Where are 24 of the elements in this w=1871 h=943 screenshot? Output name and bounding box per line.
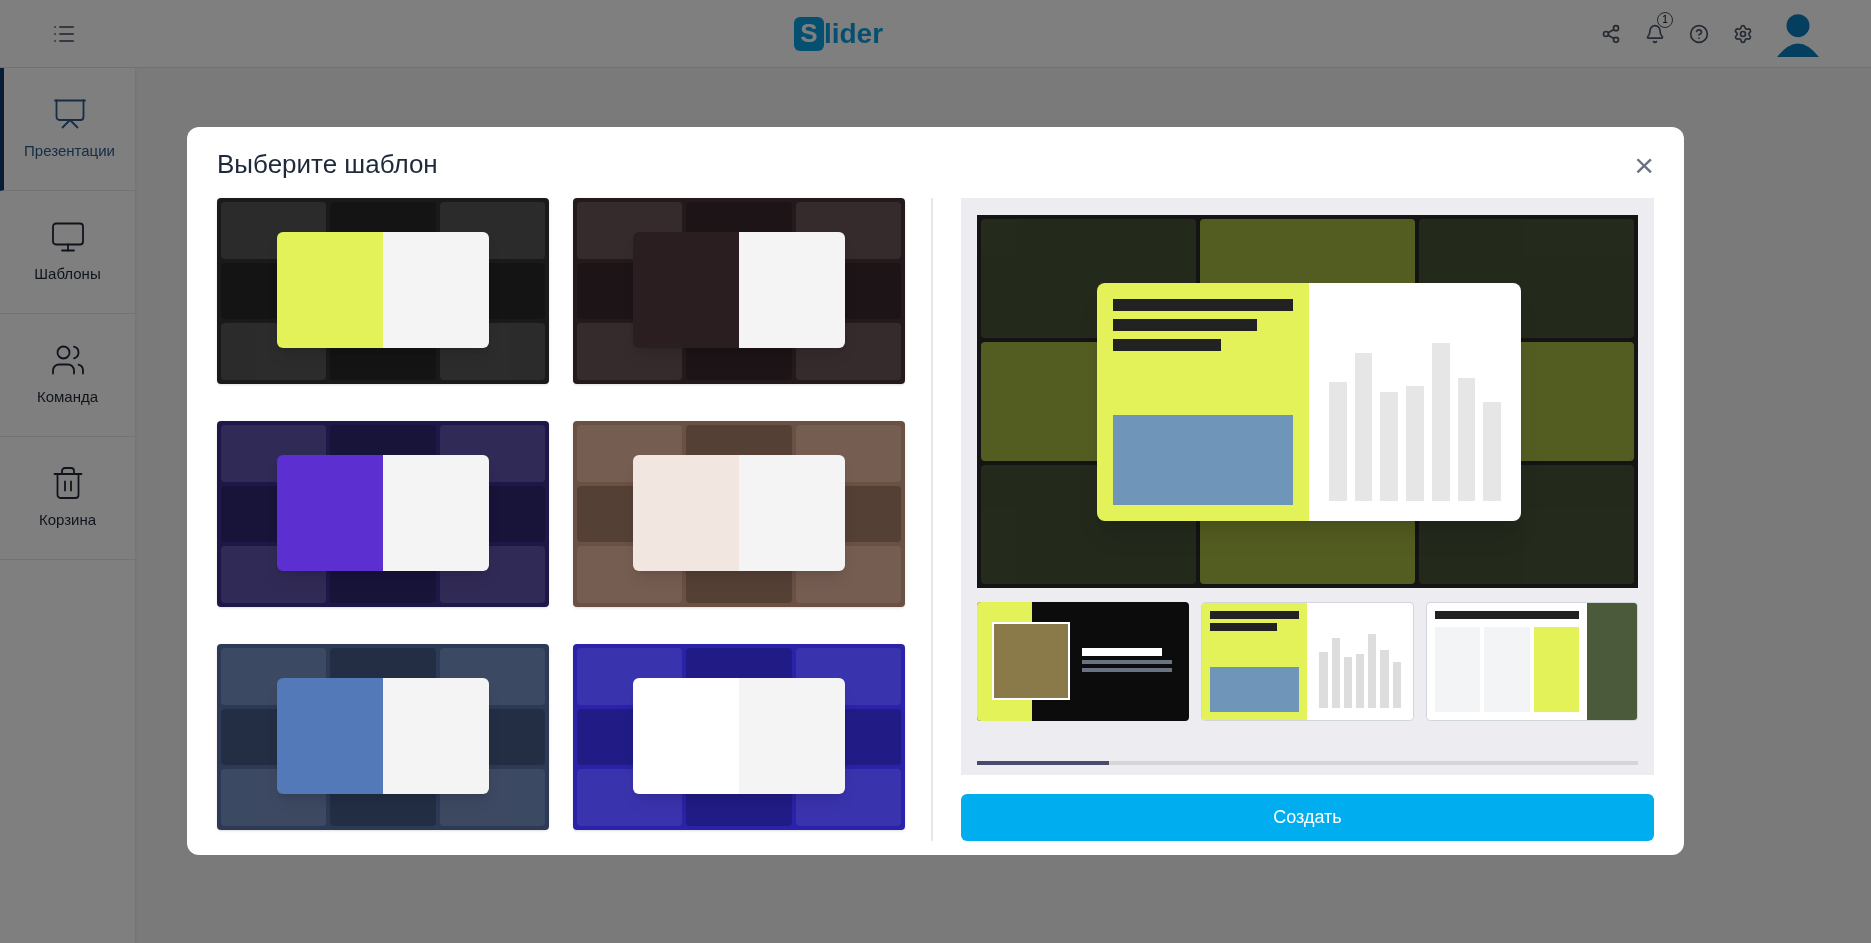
- dialog-title: Выберите шаблон: [217, 148, 438, 181]
- template-preview[interactable]: [217, 198, 549, 384]
- share-icon[interactable]: [1601, 23, 1621, 44]
- create-button[interactable]: Создать: [961, 794, 1654, 841]
- slide-thumbnail[interactable]: [977, 602, 1190, 721]
- sidebar-item[interactable]: Презентации: [0, 68, 135, 191]
- notification-badge: 1: [1657, 11, 1673, 28]
- help-icon[interactable]: [1689, 23, 1709, 44]
- template-preview[interactable]: [573, 644, 905, 830]
- slide-thumbnail[interactable]: [1201, 602, 1414, 721]
- notifications-icon[interactable]: [1645, 23, 1665, 44]
- template-preview[interactable]: [217, 644, 549, 830]
- template-preview[interactable]: [217, 421, 549, 607]
- template-preview[interactable]: [573, 198, 905, 384]
- sidebar-item[interactable]: Корзина: [0, 437, 135, 560]
- logo-mark: S: [793, 16, 824, 51]
- template-preview[interactable]: [573, 421, 905, 607]
- close-button[interactable]: ×: [1634, 147, 1654, 182]
- sidebar-item[interactable]: Команда: [0, 314, 135, 437]
- sidebar-item[interactable]: Шаблоны: [0, 191, 135, 314]
- logo-text: lider: [823, 16, 884, 51]
- carousel-scroll-thumb[interactable]: [977, 761, 1110, 765]
- slide-thumbnail[interactable]: [1425, 602, 1638, 721]
- settings-icon[interactable]: [1733, 23, 1753, 44]
